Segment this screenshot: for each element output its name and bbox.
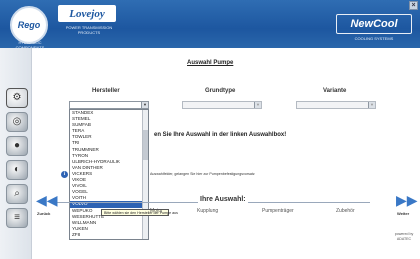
dropdown-scrollbar[interactable] xyxy=(142,110,148,239)
sidebar-accessory-button[interactable]: ◐ xyxy=(6,160,28,180)
left-sidebar: ⚙ ◎ ● ◐ ⌕ ≡ xyxy=(0,48,32,259)
search-icon: ⌕ xyxy=(14,188,20,199)
nav-divider-left xyxy=(50,202,160,203)
nav-divider-right xyxy=(160,202,370,203)
chevron-down-icon[interactable]: ▼ xyxy=(141,102,148,108)
step-zubehoer[interactable]: Zubehör xyxy=(336,208,355,214)
pump-icon: ⚙ xyxy=(12,92,22,103)
rego-logo-text: Rego xyxy=(17,20,41,30)
sidebar-search-button[interactable]: ⌕ xyxy=(6,184,28,204)
chevron-down-icon[interactable]: ▼ xyxy=(254,102,261,108)
variante-label: Variante xyxy=(323,88,347,94)
hersteller-select[interactable]: ▼ xyxy=(69,101,149,109)
instruction-message: en Sie Ihre Auswahl in der linken Auswah… xyxy=(154,132,287,138)
dropdown-items: STANDEX STEMEL SUMFAB TERA TOWLER TRI TRUMMNER… xyxy=(70,110,148,238)
grundtype-label: Grundtype xyxy=(205,88,236,94)
newcool-tagline: COOLING SYSTEMS xyxy=(354,36,394,41)
step-kupplung[interactable]: Kupplung xyxy=(197,208,218,214)
auswahl-heading: Ihre Auswahl: xyxy=(198,196,248,203)
newcool-logo: NewCool xyxy=(336,14,412,34)
grundtype-select[interactable]: ▼ xyxy=(182,101,262,109)
sidebar-coupling-button[interactable]: ◎ xyxy=(6,112,28,132)
sidebar-pump-button[interactable]: ⚙ xyxy=(6,88,28,108)
back-button-label[interactable]: Zurück xyxy=(37,211,50,216)
close-button[interactable]: × xyxy=(409,1,418,10)
lovejoy-tagline: POWER TRANSMISSION PRODUCTS xyxy=(65,25,113,35)
motor-icon: ● xyxy=(13,140,21,151)
dropdown-scroll-thumb[interactable] xyxy=(143,130,148,160)
dropdown-item[interactable]: ZF8 xyxy=(70,232,148,238)
header-banner: Rego HYDRAULIC COMPONENTS Lovejoy POWER … xyxy=(0,0,420,50)
list-icon: ≡ xyxy=(14,212,20,223)
step-motor[interactable]: Motor xyxy=(150,208,163,214)
forward-arrow-icon[interactable]: ▶▶ xyxy=(396,192,418,210)
app-page: Rego HYDRAULIC COMPONENTS Lovejoy POWER … xyxy=(0,0,420,259)
lovejoy-logo: Lovejoy xyxy=(58,5,116,22)
rego-logo: Rego xyxy=(10,6,48,44)
sidebar-list-button[interactable]: ≡ xyxy=(6,208,28,228)
hersteller-dropdown-list[interactable]: STANDEX STEMEL SUMFAB TERA TOWLER TRI TRUMMNER… xyxy=(69,109,149,240)
newcool-logo-text: NewCool xyxy=(350,18,398,30)
sidebar-motor-button[interactable]: ● xyxy=(6,136,28,156)
chevron-down-icon[interactable]: ▼ xyxy=(368,102,375,108)
variante-select[interactable]: ▼ xyxy=(296,101,376,109)
powered-by-brand: powered by ADATEC xyxy=(394,232,414,241)
accessory-icon: ◐ xyxy=(13,164,21,175)
back-arrow-icon[interactable]: ◀◀ xyxy=(36,192,58,210)
lovejoy-logo-text: Lovejoy xyxy=(69,7,105,20)
hint-text: Auswahlfelder, gelangen Sie hier zur Pum… xyxy=(150,172,255,176)
info-icon: i xyxy=(61,171,68,178)
hersteller-label: Hersteller xyxy=(92,88,120,94)
step-pumpentraeger[interactable]: Pumpenträger xyxy=(262,208,294,214)
forward-button-label[interactable]: Weiter xyxy=(397,211,409,216)
page-title: Auswahl Pumpe xyxy=(187,60,234,66)
coupling-icon: ◎ xyxy=(12,116,22,127)
